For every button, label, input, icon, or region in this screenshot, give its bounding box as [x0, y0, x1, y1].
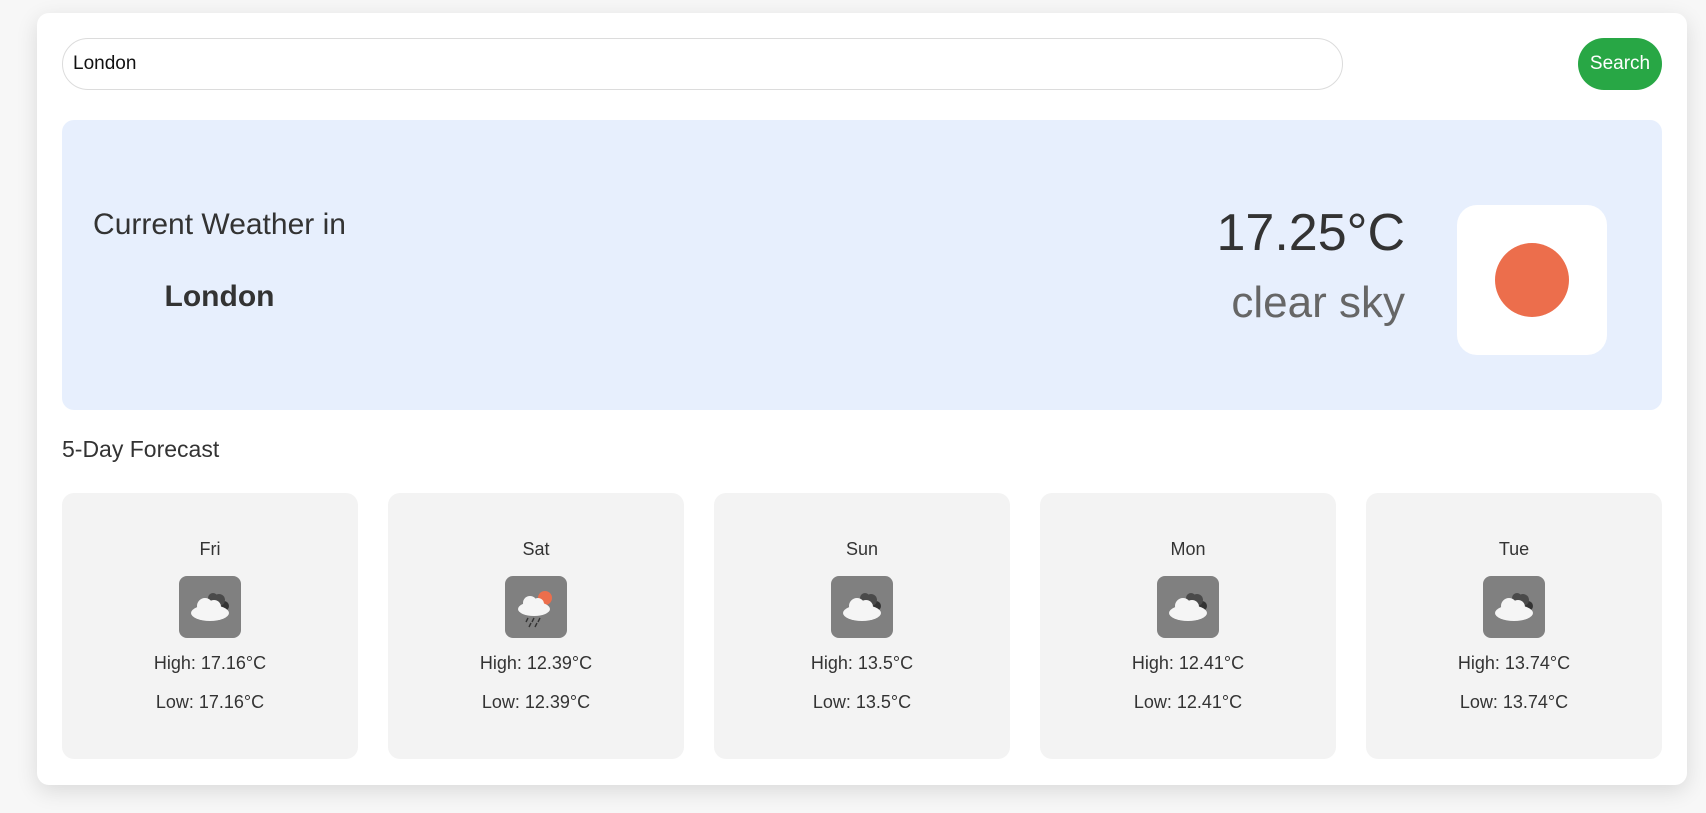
forecast-low-temp: Low: 17.16°C	[155, 692, 265, 712]
forecast-low-temp: Low: 12.39°C	[481, 692, 591, 712]
forecast-high-temp: High: 12.41°C	[1131, 653, 1245, 673]
forecast-day-card: Tue High: 13.74°C Low: 13.74°C	[1366, 493, 1662, 759]
light-rain-icon	[505, 576, 567, 638]
current-location: Current Weather in London	[92, 208, 347, 314]
forecast-day-name: Sun	[845, 539, 879, 559]
forecast-list: Fri High: 17.16°C Low: 17.16°C Sat High:…	[62, 493, 1662, 759]
forecast-high-temp: High: 17.16°C	[153, 653, 267, 673]
forecast-high-temp: High: 13.5°C	[810, 653, 914, 673]
current-city-name: London	[164, 280, 275, 313]
forecast-low-temp: Low: 13.74°C	[1459, 692, 1569, 712]
current-description: clear sky	[1231, 278, 1405, 327]
clear-sky-sun-icon	[1495, 243, 1569, 317]
forecast-day-name: Mon	[1170, 539, 1206, 559]
current-temperature: 17.25°C	[1216, 204, 1405, 262]
forecast-title: 5-Day Forecast	[62, 436, 220, 462]
weather-app: Search Current Weather in London 17.25°C…	[37, 13, 1687, 785]
city-search-input[interactable]	[62, 38, 1343, 90]
search-bar: Search	[62, 38, 1662, 91]
search-button[interactable]: Search	[1578, 38, 1662, 90]
forecast-day-name: Tue	[1498, 539, 1530, 559]
broken-clouds-icon	[831, 576, 893, 638]
broken-clouds-icon	[179, 576, 241, 638]
forecast-high-temp: High: 12.39°C	[479, 653, 593, 673]
forecast-day-card: Fri High: 17.16°C Low: 17.16°C	[62, 493, 358, 759]
forecast-high-temp: High: 13.74°C	[1457, 653, 1571, 673]
current-weather-card: Current Weather in London 17.25°C clear …	[62, 120, 1662, 410]
current-conditions: 17.25°C clear sky	[1217, 207, 1405, 325]
forecast-day-card: Sat High: 12.39°C Low: 12.39°C	[388, 493, 684, 759]
current-weather-label: Current Weather in	[93, 208, 346, 241]
forecast-day-card: Mon High: 12.41°C Low: 12.41°C	[1040, 493, 1336, 759]
broken-clouds-icon	[1157, 576, 1219, 638]
broken-clouds-icon	[1483, 576, 1545, 638]
forecast-low-temp: Low: 13.5°C	[812, 692, 912, 712]
forecast-low-temp: Low: 12.41°C	[1133, 692, 1243, 712]
forecast-day-name: Fri	[199, 539, 221, 559]
forecast-day-name: Sat	[522, 539, 550, 559]
current-weather-icon-box	[1457, 205, 1607, 355]
forecast-day-card: Sun High: 13.5°C Low: 13.5°C	[714, 493, 1010, 759]
